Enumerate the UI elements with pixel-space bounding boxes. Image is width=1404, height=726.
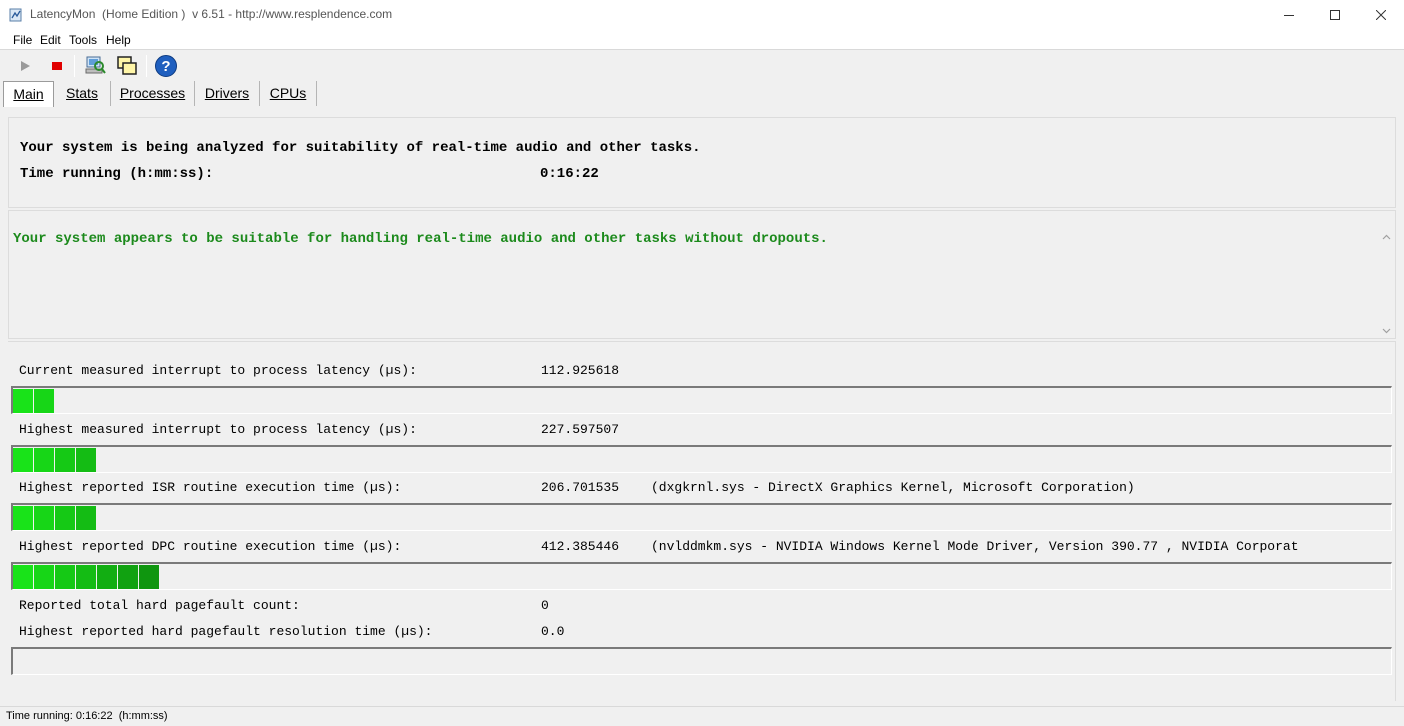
bar-segment (34, 565, 54, 589)
verdict-scrollbar[interactable] (1378, 211, 1395, 338)
maximize-button[interactable] (1312, 0, 1358, 30)
bar-segment (55, 565, 75, 589)
toolbar-separator (146, 55, 147, 77)
tab-processes[interactable]: Processes (111, 81, 195, 106)
tab-cpus[interactable]: CPUs (260, 81, 317, 106)
bar-segment (76, 448, 96, 472)
current-latency-bar (11, 386, 1392, 414)
dpc-time-label: Highest reported DPC routine execution t… (19, 539, 402, 554)
highest-latency-bar (11, 445, 1392, 473)
bar-segment (55, 506, 75, 530)
minimize-icon (1284, 15, 1294, 16)
status-bar: Time running: 0:16:22 (h:mm:ss) (0, 706, 1404, 726)
svg-text:?: ? (161, 58, 170, 75)
tab-main[interactable]: Main (3, 81, 54, 107)
bar-segment (76, 506, 96, 530)
analysis-panel: Your system is being analyzed for suitab… (8, 117, 1396, 208)
minimize-button[interactable] (1266, 0, 1312, 30)
time-running-value: 0:16:22 (540, 166, 599, 182)
bar-segment (13, 389, 33, 413)
bar-segment (76, 565, 96, 589)
analyze-button[interactable] (82, 53, 108, 79)
analysis-text: Your system is being analyzed for suitab… (20, 140, 701, 156)
isr-time-bar (11, 503, 1392, 531)
computer-search-icon (85, 56, 106, 74)
windows-icon (117, 56, 137, 75)
isr-time-label: Highest reported ISR routine execution t… (19, 480, 402, 495)
help-button[interactable]: ? (153, 53, 179, 79)
app-icon (9, 7, 23, 22)
scroll-down-icon[interactable] (1382, 326, 1391, 335)
windows-button[interactable] (114, 53, 140, 79)
bar-segment (34, 506, 54, 530)
menu-edit[interactable]: Edit (40, 33, 61, 47)
close-icon (1376, 10, 1386, 20)
bar-segment (13, 448, 33, 472)
verdict-text: Your system appears to be suitable for h… (13, 231, 828, 247)
menu-bar: File Edit Tools Help (0, 30, 1404, 50)
time-running-label: Time running (h:mm:ss): (20, 166, 214, 182)
bar-segment (55, 448, 75, 472)
pagefault-count-label: Reported total hard pagefault count: (19, 598, 300, 613)
menu-tools[interactable]: Tools (69, 33, 97, 47)
play-icon (21, 61, 30, 71)
dpc-time-value: 412.385446 (541, 539, 620, 554)
dpc-time-bar (11, 562, 1392, 590)
tab-strip: Main Stats Processes Drivers CPUs (0, 80, 1404, 107)
bar-segment (139, 565, 159, 589)
bar-segment (13, 506, 33, 530)
menu-file[interactable]: File (13, 33, 32, 47)
verdict-panel: Your system appears to be suitable for h… (8, 210, 1396, 339)
bar-segment (34, 448, 54, 472)
current-latency-value: 112.925618 (541, 363, 620, 378)
menu-help[interactable]: Help (106, 33, 131, 47)
isr-driver-info: (dxgkrnl.sys - DirectX Graphics Kernel, … (651, 480, 1135, 495)
status-text: Time running: 0:16:22 (h:mm:ss) (6, 710, 168, 722)
pagefault-resolution-label: Highest reported hard pagefault resoluti… (19, 624, 433, 639)
highest-latency-label: Highest measured interrupt to process la… (19, 422, 417, 437)
isr-time-value: 206.701535 (541, 480, 620, 495)
scroll-up-icon[interactable] (1382, 233, 1391, 242)
stop-icon (52, 62, 62, 70)
dpc-driver-info: (nvlddmkm.sys - NVIDIA Windows Kernel Mo… (651, 539, 1299, 554)
toolbar-separator (74, 55, 75, 77)
tab-drivers[interactable]: Drivers (195, 81, 260, 106)
bar-segment (97, 565, 117, 589)
bar-segment (34, 389, 54, 413)
maximize-icon (1330, 10, 1340, 20)
current-latency-label: Current measured interrupt to process la… (19, 363, 417, 378)
pagefault-count-value: 0 (541, 598, 549, 613)
start-button[interactable] (12, 53, 38, 79)
highest-latency-value: 227.597507 (541, 422, 620, 437)
pagefault-resolution-value: 0.0 (541, 624, 565, 639)
close-button[interactable] (1358, 0, 1404, 30)
bar-segment (13, 565, 33, 589)
tab-stats[interactable]: Stats (54, 81, 111, 106)
title-bar: LatencyMon (Home Edition ) v 6.51 - http… (0, 0, 1404, 30)
window-title: LatencyMon (Home Edition ) v 6.51 - http… (30, 7, 393, 21)
bar-segment (118, 565, 138, 589)
pagefault-resolution-bar (11, 647, 1392, 675)
help-icon: ? (155, 55, 177, 77)
toolbar: ? (0, 51, 1404, 79)
stop-button[interactable] (44, 53, 70, 79)
